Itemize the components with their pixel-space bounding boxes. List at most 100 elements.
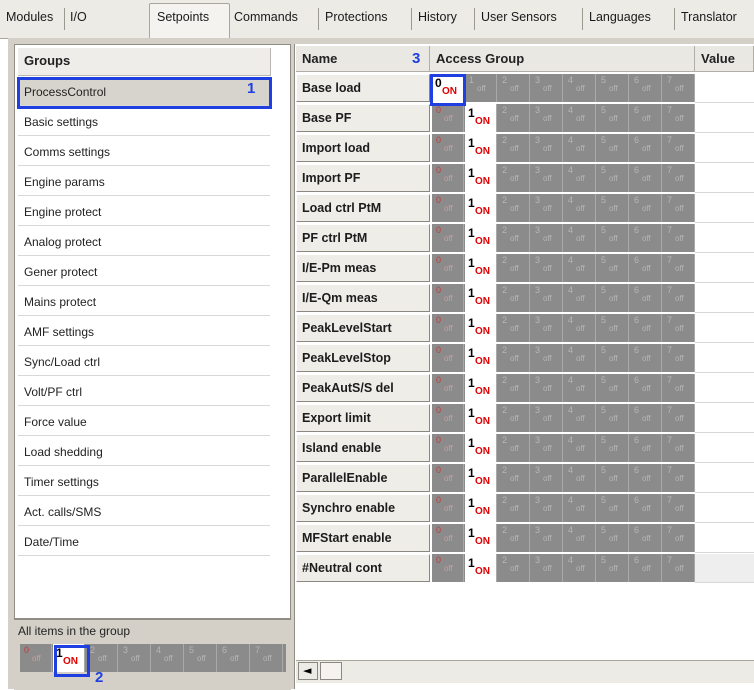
tab-user-sensors[interactable]: User Sensors bbox=[481, 10, 557, 24]
access-level-cell[interactable]: 7 off bbox=[663, 134, 695, 162]
access-level-cell[interactable]: 3 off bbox=[531, 524, 563, 552]
access-level-cell[interactable]: 4 off bbox=[564, 374, 596, 402]
access-level-cell[interactable]: 5 off bbox=[597, 74, 629, 102]
scroll-left-button[interactable]: ◄ bbox=[298, 662, 318, 680]
column-header-name[interactable]: Name bbox=[296, 46, 430, 72]
setpoint-name-button[interactable]: Synchro enable bbox=[296, 494, 430, 522]
value-cell[interactable] bbox=[695, 344, 754, 373]
access-level-cell[interactable]: 2 off bbox=[498, 464, 530, 492]
access-level-cell[interactable]: 5 off bbox=[597, 344, 629, 372]
setpoint-name-button[interactable]: I/E-Qm meas bbox=[296, 284, 430, 312]
value-cell[interactable] bbox=[695, 464, 754, 493]
access-level-cell[interactable]: 2 off bbox=[498, 134, 530, 162]
access-group-strip[interactable]: 0 off 1 ON 2 off 3 off 4 off 5 off 6 off 7 off bbox=[432, 404, 695, 432]
access-level-cell[interactable]: 2 off bbox=[498, 374, 530, 402]
access-level-cell[interactable]: 6 off bbox=[630, 374, 662, 402]
access-level-cell[interactable]: 4 off bbox=[564, 404, 596, 432]
access-level-cell[interactable]: 6 off bbox=[630, 224, 662, 252]
access-level-cell[interactable]: 7 off bbox=[663, 254, 695, 282]
access-level-cell[interactable]: 0 off bbox=[432, 464, 464, 492]
access-group-strip[interactable]: 0 off 1 ON 2 off 3 off 4 off 5 off 6 off 7 off bbox=[432, 224, 695, 252]
access-level-cell[interactable]: 3 off bbox=[531, 254, 563, 282]
access-level-cell[interactable]: 2 off bbox=[498, 524, 530, 552]
access-level-cell[interactable]: 6 off bbox=[630, 194, 662, 222]
access-group-strip[interactable]: 0 off 1 ON 2 off 3 off 4 off 5 off 6 off 7 off bbox=[432, 284, 695, 312]
setpoint-name-button[interactable]: Import PF bbox=[296, 164, 430, 192]
value-cell[interactable] bbox=[695, 374, 754, 403]
value-cell[interactable] bbox=[695, 254, 754, 283]
scroll-thumb[interactable] bbox=[320, 662, 342, 680]
value-cell[interactable] bbox=[695, 524, 754, 553]
access-level-cell[interactable]: 1 ON bbox=[465, 464, 497, 492]
access-level-cell[interactable]: 3 off bbox=[531, 494, 563, 522]
access-level-cell[interactable]: 4 off bbox=[564, 134, 596, 162]
column-header-access-group[interactable]: Access Group bbox=[430, 46, 695, 72]
access-level-cell[interactable]: 0 off bbox=[432, 134, 464, 162]
setpoint-name-button[interactable]: PeakAutS/S del bbox=[296, 374, 430, 402]
access-level-cell[interactable]: 0 off bbox=[432, 524, 464, 552]
access-level-cell[interactable]: 4 off bbox=[564, 164, 596, 192]
access-level-cell[interactable]: 6 off bbox=[630, 434, 662, 462]
setpoint-name-button[interactable]: ParallelEnable bbox=[296, 464, 430, 492]
tab-languages[interactable]: Languages bbox=[589, 10, 651, 24]
value-cell[interactable] bbox=[695, 104, 754, 133]
access-level-cell[interactable]: 7 off bbox=[663, 524, 695, 552]
access-level-cell[interactable]: 3 off bbox=[531, 134, 563, 162]
access-group-strip[interactable]: 0 off 1 ON 2 off 3 off 4 off 5 off 6 off 7 off bbox=[432, 194, 695, 222]
horizontal-scrollbar[interactable] bbox=[296, 660, 754, 683]
access-group-strip[interactable]: 0 off 1 ON 2 off 3 off 4 off 5 off 6 off 7 off bbox=[432, 524, 695, 552]
access-level-cell[interactable]: 3 off bbox=[531, 314, 563, 342]
access-level-cell[interactable]: 2 off bbox=[498, 434, 530, 462]
access-level-cell[interactable]: 4 off bbox=[564, 434, 596, 462]
group-item[interactable]: Volt/PF ctrl bbox=[18, 377, 270, 406]
setpoint-name-button[interactable]: Load ctrl PtM bbox=[296, 194, 430, 222]
access-level-cell[interactable]: 0 off bbox=[432, 194, 464, 222]
access-level-cell[interactable]: 3 off bbox=[531, 404, 563, 432]
access-level-cell[interactable]: 7 off bbox=[663, 104, 695, 132]
access-level-cell[interactable]: 2 off bbox=[498, 314, 530, 342]
group-item[interactable]: Load shedding bbox=[18, 437, 270, 466]
access-level-cell[interactable]: 1 ON bbox=[465, 134, 497, 162]
setpoint-name-button[interactable]: PeakLevelStart bbox=[296, 314, 430, 342]
access-level-cell[interactable]: 4 off bbox=[152, 644, 184, 672]
access-group-strip[interactable]: 0 ON 1 off 2 off 3 off 4 off 5 off 6 off 7 off bbox=[432, 74, 695, 102]
setpoint-name-button[interactable]: #Neutral cont bbox=[296, 554, 430, 582]
access-level-cell[interactable]: 1 ON bbox=[465, 494, 497, 522]
access-level-cell[interactable]: 1 ON bbox=[465, 344, 497, 372]
access-level-cell[interactable]: 3 off bbox=[531, 464, 563, 492]
value-cell[interactable] bbox=[695, 404, 754, 433]
access-level-cell[interactable]: 5 off bbox=[597, 464, 629, 492]
tab-protections[interactable]: Protections bbox=[325, 10, 388, 24]
access-group-strip[interactable]: 0 off 1 ON 2 off 3 off 4 off 5 off 6 off 7 off bbox=[432, 494, 695, 522]
access-level-cell[interactable]: 4 off bbox=[564, 224, 596, 252]
access-level-cell[interactable]: 4 off bbox=[564, 104, 596, 132]
access-level-cell[interactable]: 2 off bbox=[498, 224, 530, 252]
access-level-cell[interactable]: 1 ON bbox=[465, 224, 497, 252]
access-level-cell[interactable]: 7 off bbox=[663, 314, 695, 342]
value-cell[interactable] bbox=[695, 554, 754, 583]
access-level-cell[interactable]: 5 off bbox=[597, 104, 629, 132]
setpoint-name-button[interactable]: Import load bbox=[296, 134, 430, 162]
access-level-cell[interactable]: 1 ON bbox=[465, 104, 497, 132]
access-level-cell[interactable]: 0 off bbox=[432, 374, 464, 402]
access-level-cell[interactable]: 5 off bbox=[597, 254, 629, 282]
access-level-cell[interactable]: 6 off bbox=[630, 134, 662, 162]
access-level-cell[interactable]: 3 off bbox=[531, 434, 563, 462]
setpoint-name-button[interactable]: Base PF bbox=[296, 104, 430, 132]
access-level-cell[interactable]: 7 off bbox=[663, 284, 695, 312]
value-cell[interactable] bbox=[695, 284, 754, 313]
access-level-cell[interactable]: 7 off bbox=[663, 554, 695, 582]
value-cell[interactable] bbox=[695, 164, 754, 193]
group-item[interactable]: Analog protect bbox=[18, 227, 270, 256]
access-level-cell[interactable]: 3 off bbox=[531, 224, 563, 252]
access-level-cell[interactable]: 0 off bbox=[432, 344, 464, 372]
access-level-cell[interactable]: 5 off bbox=[185, 644, 217, 672]
access-level-cell[interactable]: 5 off bbox=[597, 284, 629, 312]
access-level-cell[interactable]: 5 off bbox=[597, 494, 629, 522]
access-group-strip[interactable]: 0 off 1 ON 2 off 3 off 4 off 5 off 6 off 7 off bbox=[432, 104, 695, 132]
access-level-cell[interactable]: 6 off bbox=[630, 344, 662, 372]
access-level-cell[interactable]: 7 off bbox=[663, 464, 695, 492]
value-cell[interactable] bbox=[695, 314, 754, 343]
access-level-cell[interactable]: 5 off bbox=[597, 134, 629, 162]
access-group-strip[interactable]: 0 off 1 ON 2 off 3 off 4 off 5 off 6 off 7 off bbox=[432, 554, 695, 582]
